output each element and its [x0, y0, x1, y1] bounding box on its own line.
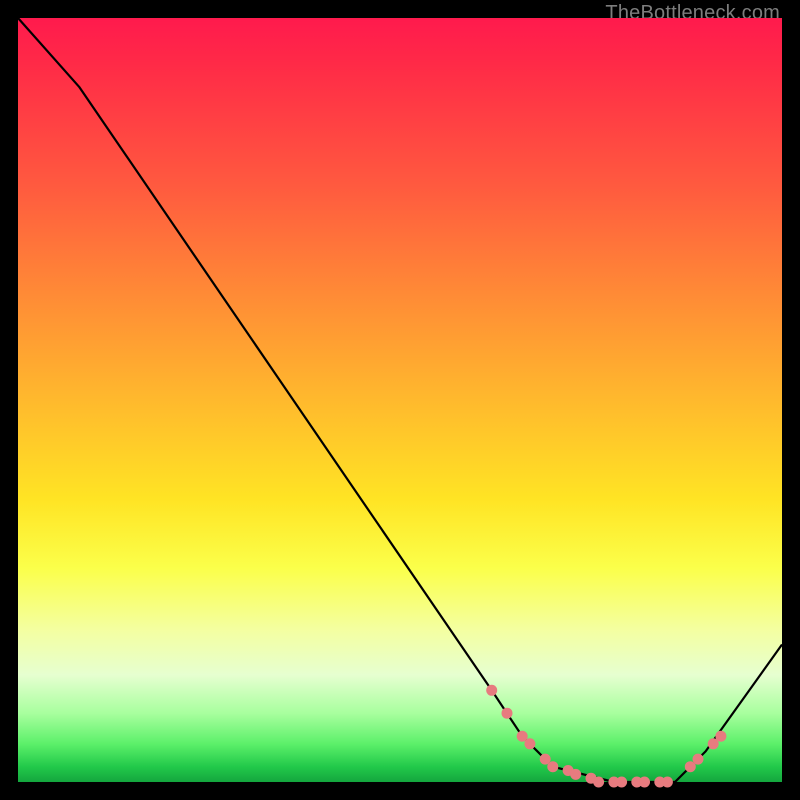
bottleneck-curve [18, 18, 782, 782]
trough-marker [662, 777, 673, 788]
chart-plot-area [18, 18, 782, 782]
trough-marker [502, 708, 513, 719]
chart-frame: TheBottleneck.com [0, 0, 800, 800]
trough-marker [616, 777, 627, 788]
chart-svg [18, 18, 782, 782]
trough-marker [593, 777, 604, 788]
trough-marker [570, 769, 581, 780]
trough-marker [715, 731, 726, 742]
trough-marker [693, 754, 704, 765]
trough-marker [524, 738, 535, 749]
curve-layer [18, 18, 782, 782]
trough-marker [547, 761, 558, 772]
trough-marker [639, 777, 650, 788]
markers-layer [486, 685, 726, 788]
trough-marker [486, 685, 497, 696]
